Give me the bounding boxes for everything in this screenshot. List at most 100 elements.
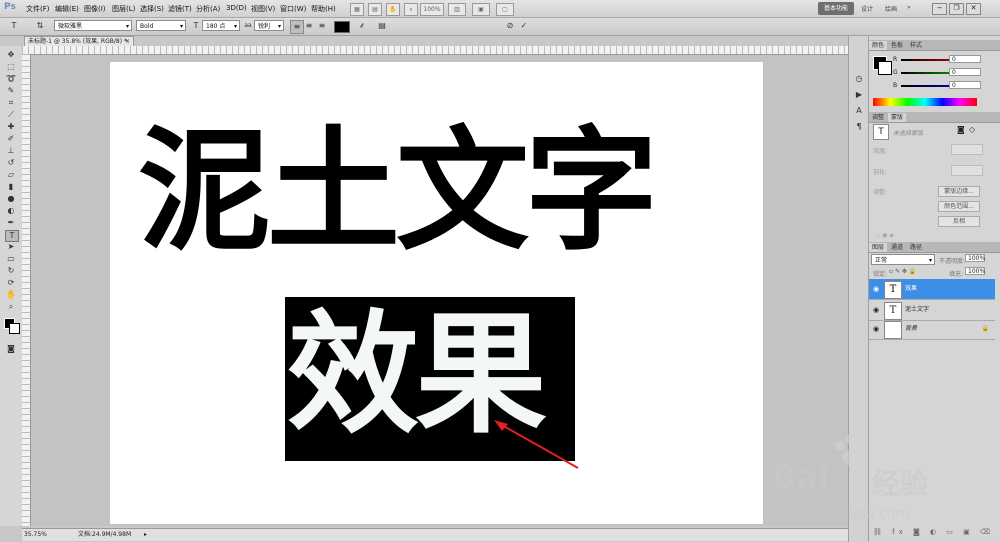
- pen-tool-icon[interactable]: ✒: [5, 218, 17, 228]
- layer-row[interactable]: ◉ T 泥土文字: [869, 300, 995, 321]
- text-orientation-icon[interactable]: ⇅: [34, 20, 46, 32]
- workspace-essentials-button[interactable]: 基本功能: [818, 2, 854, 15]
- tab-masks[interactable]: 蒙版: [888, 113, 907, 122]
- cancel-edit-icon[interactable]: ⊘: [504, 20, 516, 32]
- eye-icon[interactable]: ◉: [873, 319, 879, 339]
- zoom-level[interactable]: 100%: [420, 3, 444, 16]
- zoom-tool-icon[interactable]: ⌕: [404, 3, 418, 16]
- menu-help[interactable]: 帮助(H): [311, 4, 336, 14]
- paragraph-panel-icon[interactable]: ¶: [853, 122, 865, 132]
- vector-mask-icon[interactable]: ◇: [969, 125, 975, 134]
- marquee-tool-icon[interactable]: ⬚: [5, 62, 17, 72]
- arrange-documents-icon[interactable]: ▣: [472, 3, 490, 16]
- minibridge-icon[interactable]: ▤: [368, 3, 382, 16]
- dodge-tool-icon[interactable]: ◐: [5, 206, 17, 216]
- warp-text-icon[interactable]: ⸙: [356, 20, 368, 32]
- hand-tool-icon[interactable]: ✋: [5, 290, 17, 300]
- zoom-tool-icon[interactable]: ⌕: [5, 302, 17, 312]
- align-left-icon[interactable]: ≡: [290, 20, 304, 34]
- character-panel-icon[interactable]: A: [853, 106, 865, 116]
- b-value[interactable]: 0: [949, 81, 981, 89]
- menu-3d[interactable]: 3D(D): [226, 4, 247, 12]
- color-range-button[interactable]: 颜色范围...: [938, 201, 980, 212]
- workspace-design[interactable]: 设计: [861, 4, 873, 13]
- color-spectrum-bar[interactable]: [873, 98, 977, 106]
- main-text-layer[interactable]: 泥土文字: [138, 122, 658, 262]
- tab-styles[interactable]: 样式: [907, 41, 925, 50]
- view-extras-icon[interactable]: ▥: [448, 3, 466, 16]
- workspace-more-icon[interactable]: »: [907, 4, 911, 11]
- text-tool-preset-icon[interactable]: T: [8, 20, 20, 32]
- layer-name[interactable]: 背景: [905, 319, 917, 339]
- tab-color[interactable]: 颜色: [869, 41, 888, 50]
- lasso-tool-icon[interactable]: ➰: [5, 74, 17, 84]
- g-value[interactable]: 0: [949, 68, 981, 76]
- font-size-select[interactable]: 180 点 ▾: [202, 20, 240, 31]
- tab-channels[interactable]: 通道: [888, 243, 906, 252]
- clone-stamp-tool-icon[interactable]: ⊥: [5, 146, 17, 156]
- layer-row[interactable]: ◉ 背景 🔒: [869, 319, 995, 340]
- restore-button[interactable]: ❐: [949, 3, 964, 15]
- workspace-painting[interactable]: 绘画: [885, 4, 897, 13]
- eye-icon[interactable]: ◉: [873, 300, 879, 320]
- r-value[interactable]: 0: [949, 55, 981, 63]
- close-window-button[interactable]: ✕: [966, 3, 981, 15]
- document-canvas[interactable]: 泥土文字 效果: [110, 62, 763, 524]
- eraser-tool-icon[interactable]: ▱: [5, 170, 17, 180]
- path-select-tool-icon[interactable]: ➤: [5, 242, 17, 252]
- brush-tool-icon[interactable]: ✐: [5, 134, 17, 144]
- invert-button[interactable]: 反相: [938, 216, 980, 227]
- menu-select[interactable]: 选择(S): [140, 4, 164, 14]
- type-tool-icon[interactable]: T: [5, 230, 19, 242]
- text-color-swatch[interactable]: [334, 21, 350, 33]
- tab-adjustments[interactable]: 调整: [869, 113, 887, 122]
- healing-brush-tool-icon[interactable]: ✚: [5, 122, 17, 132]
- fill-value[interactable]: 100%: [965, 267, 985, 275]
- opacity-value[interactable]: 100%: [965, 254, 985, 262]
- document-tab[interactable]: 未标题-1 @ 35.8% (效果, RGB/8) * ×: [24, 36, 134, 46]
- layer-row[interactable]: ◉ T 效果: [869, 279, 995, 300]
- font-style-select[interactable]: Bold ▾: [136, 20, 186, 31]
- menu-window[interactable]: 窗口(W): [280, 4, 306, 14]
- pixel-mask-icon[interactable]: ◙: [957, 125, 965, 134]
- layer-name[interactable]: 效果: [905, 279, 917, 299]
- quick-mask-icon[interactable]: ◙: [5, 344, 17, 354]
- tab-layers[interactable]: 图层: [869, 243, 888, 252]
- history-panel-icon[interactable]: ◷: [853, 74, 865, 84]
- background-color-swatch[interactable]: [9, 323, 20, 334]
- 3d-orbit-tool-icon[interactable]: ⟳: [5, 278, 17, 288]
- status-arrow-icon[interactable]: ▸: [144, 529, 147, 541]
- mask-edge-button[interactable]: 蒙版边缘...: [938, 186, 980, 197]
- blend-mode-select[interactable]: 正常 ▾: [871, 254, 935, 265]
- shape-tool-icon[interactable]: ▭: [5, 254, 17, 264]
- layer-name[interactable]: 泥土文字: [905, 300, 929, 320]
- density-field[interactable]: [951, 144, 983, 155]
- menu-filter[interactable]: 滤镜(T): [168, 4, 192, 14]
- blur-tool-icon[interactable]: ●: [5, 194, 17, 204]
- tab-paths[interactable]: 路径: [907, 243, 925, 252]
- screen-mode-icon[interactable]: ▢: [496, 3, 514, 16]
- antialias-select[interactable]: 锐利 ▾: [254, 20, 284, 31]
- tab-swatches[interactable]: 色板: [888, 41, 906, 50]
- align-right-icon[interactable]: ≡: [316, 20, 328, 32]
- gradient-tool-icon[interactable]: ▮: [5, 182, 17, 192]
- menu-image[interactable]: 图像(I): [84, 4, 106, 14]
- hand-tool-icon[interactable]: ✋: [386, 3, 400, 16]
- feather-field[interactable]: [951, 165, 983, 176]
- minimize-button[interactable]: −: [932, 3, 947, 15]
- actions-panel-icon[interactable]: ▶: [853, 90, 865, 100]
- commit-edit-icon[interactable]: ✓: [518, 20, 530, 32]
- character-panel-icon[interactable]: ▤: [376, 20, 388, 32]
- eyedropper-tool-icon[interactable]: ⟋: [5, 110, 17, 120]
- bridge-icon[interactable]: ▦: [350, 3, 364, 16]
- menu-edit[interactable]: 编辑(E): [55, 4, 79, 14]
- crop-tool-icon[interactable]: ⌗: [5, 98, 17, 108]
- bg-color-swatch[interactable]: [878, 61, 892, 75]
- lock-icons[interactable]: ▫ ✎ ✥ 🔒: [889, 268, 916, 275]
- mask-footer-icons[interactable]: ◌ ◉ ◈: [875, 232, 894, 239]
- 3d-rotate-tool-icon[interactable]: ↻: [5, 266, 17, 276]
- menu-layer[interactable]: 图层(L): [112, 4, 135, 14]
- menu-analysis[interactable]: 分析(A): [196, 4, 220, 14]
- font-family-select[interactable]: 微软雅黑 ▾: [54, 20, 132, 31]
- quick-select-tool-icon[interactable]: ✎: [5, 86, 17, 96]
